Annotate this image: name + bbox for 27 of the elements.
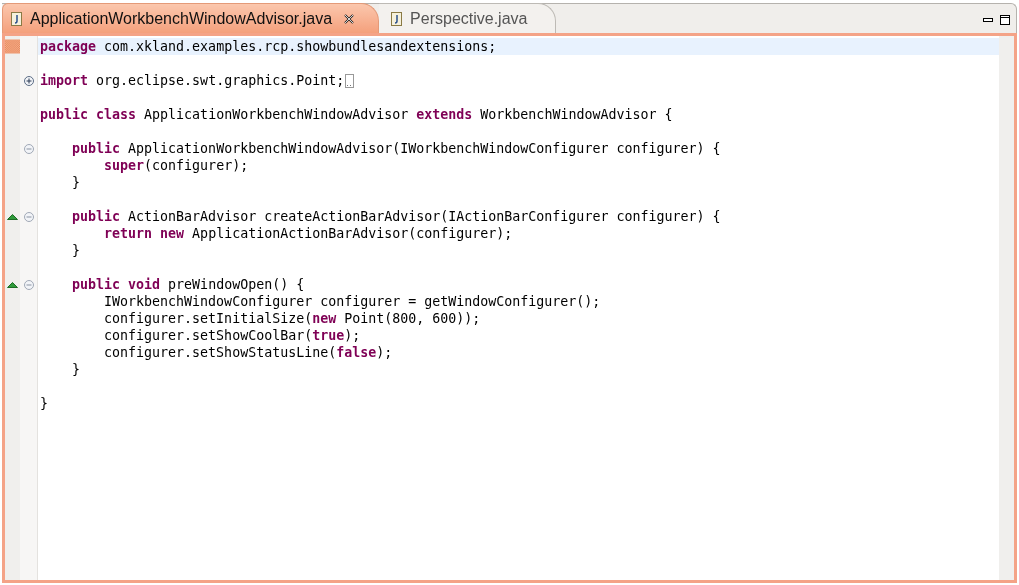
java-file-icon — [391, 11, 403, 26]
code-line: configurer.setInitialSize(new Point(800, 600)); — [103, 310, 481, 327]
code-editor[interactable] — [2, 33, 1017, 583]
code-line: package com.xkland.examples.rcp.showbundlesandextensions; — [40, 38, 497, 55]
code-line: configurer.setShowStatusLine(false); — [103, 344, 393, 361]
code-line: } — [40, 395, 48, 412]
java-file-icon — [11, 11, 22, 26]
editor-tab[interactable]: ApplicationWorkbenchWindowAdvisor.java — [2, 3, 380, 33]
code-line: import org.eclipse.swt.graphics.Point; — [40, 72, 345, 89]
code-line: } — [71, 242, 81, 259]
code-line: configurer.setShowCoolBar(true); — [103, 327, 361, 344]
code-line: public ApplicationWorkbenchWindowAdvisor(IWorkbenchWindowConfigurer configurer) { — [71, 140, 721, 157]
editor-tab[interactable]: Perspective.java — [379, 3, 557, 33]
code-line: return new ApplicationActionBarAdvisor(configurer); — [103, 225, 513, 242]
code-line: super(configurer); — [103, 157, 249, 174]
folded-code-icon[interactable] — [345, 73, 355, 88]
code-line: public void preWindowOpen() { — [71, 276, 305, 293]
maximize-icon[interactable] — [1000, 15, 1010, 25]
code-line: public class ApplicationWorkbenchWindowAdvisor extends WorkbenchWindowAdvisor { — [40, 106, 673, 123]
scrollbar[interactable] — [999, 36, 1014, 580]
expand-icon[interactable] — [23, 75, 34, 86]
code-line: public ActionBarAdvisor createActionBarAdvisor(IActionBarConfigurer configurer) { — [71, 208, 721, 225]
minimize-icon[interactable] — [983, 17, 993, 23]
code-line: IWorkbenchWindowConfigurer configurer = getWindowConfigurer(); — [103, 293, 601, 310]
code-line: } — [71, 361, 81, 378]
code-line: } — [71, 174, 81, 191]
close-icon[interactable] — [344, 13, 355, 24]
